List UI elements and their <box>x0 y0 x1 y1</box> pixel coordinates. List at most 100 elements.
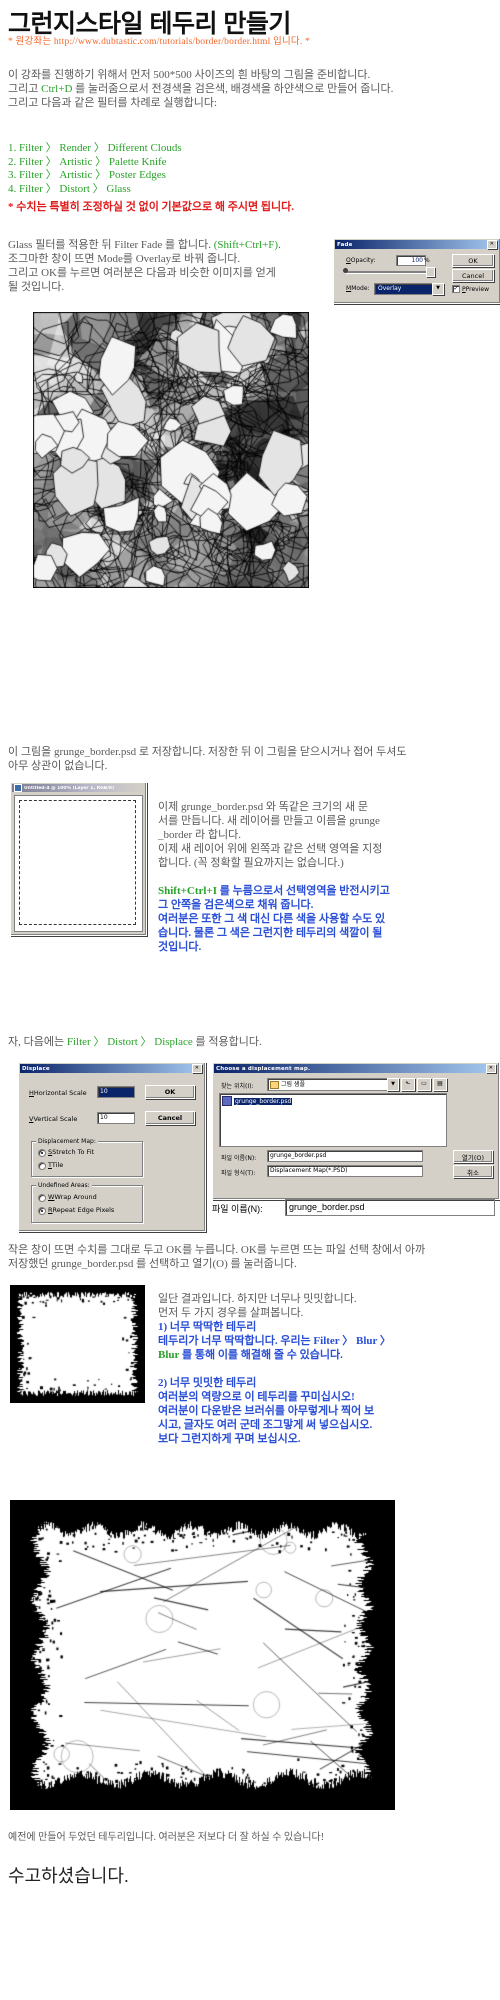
filter-steps-note: * 수치는 특별히 조정하실 것 없이 기본값으로 해 주시면 됩니다. <box>8 201 294 213</box>
fade-line-1-b: . <box>278 239 281 251</box>
issue-2-line-2: 여러분이 다운받은 브러쉬를 아무렇게나 찍어 보 <box>158 1405 375 1417</box>
displace-after-line-1: 작은 창이 뜨면 수치를 그대로 두고 OK를 누릅니다. OK를 누르면 뜨는… <box>8 1244 426 1256</box>
fade-line-3: 그리고 OK를 누르면 여러분은 다음과 비슷한 이미지를 얻게 <box>8 267 276 279</box>
preview-label: PPreview <box>462 286 489 293</box>
filter-step-2: 2. Filter 〉 Artistic 〉 Palette Knife <box>8 155 167 168</box>
mode-label: MMode: <box>346 285 370 292</box>
layer-note-line-4: 이제 새 레이어 위에 왼쪽과 같은 선택 영역을 지정 <box>158 843 383 855</box>
tile-label: TTile <box>48 1161 64 1169</box>
menu-path-blur: Blur <box>158 1349 180 1361</box>
displace-intro: 자, 다음에는 Filter 〉 Distort 〉 Displace 를 적용… <box>8 1035 262 1049</box>
file-list-item[interactable]: grunge_border.psd <box>222 1096 293 1106</box>
issue-2-line-1: 여러분의 역량으로 이 테두리를 꾸미십시오! <box>158 1391 355 1403</box>
fade-dialog[interactable]: Fade ✕ OOpacity: 100 % MMode: Overlay ▼ … <box>333 238 500 304</box>
look-in-value: 그림 샘플 <box>281 1081 305 1088</box>
displace-dialog-titlebar[interactable]: Displace ✕ <box>20 1064 204 1073</box>
tutorial-page: 그런지스타일 테두리 만들기 * 원강좌는 http://www.dubtast… <box>0 0 500 2000</box>
displacement-map-group-label: Displacement Map: <box>36 1138 98 1145</box>
result-line-2: 먼저 두 가지 경우를 살펴봅니다. <box>158 1307 304 1319</box>
filename-callout-input[interactable]: grunge_border.psd <box>285 1199 495 1216</box>
radio-stretch-to-fit[interactable] <box>38 1149 46 1157</box>
issue-1-line-2: Blur 를 통해 이를 해결해 줄 수 있습니다. <box>158 1348 343 1362</box>
wrap-around-label: WWrap Around <box>48 1193 97 1201</box>
intro-line-2-a: 그리고 <box>8 83 42 95</box>
displace-dialog[interactable]: Displace ✕ HHorizontal Scale 10 VVertica… <box>18 1062 206 1232</box>
ok-button[interactable]: OK <box>145 1085 195 1099</box>
radio-wrap-around[interactable] <box>38 1194 46 1202</box>
mode-select[interactable]: Overlay <box>374 283 437 295</box>
opacity-slider-track[interactable] <box>346 271 432 273</box>
open-button[interactable]: 열기(O) <box>453 1150 493 1163</box>
photoshop-canvas[interactable] <box>14 795 143 932</box>
opacity-label-text: Opacity: <box>350 257 376 264</box>
percent-label: % <box>424 257 430 264</box>
displacement-map-group: Displacement Map: <box>31 1138 143 1177</box>
fade-dialog-titlebar[interactable]: Fade ✕ <box>335 240 499 249</box>
file-chooser-titlebar[interactable]: Choose a displacement map. ✕ <box>214 1064 498 1073</box>
chevron-down-icon[interactable]: ▼ <box>432 283 444 295</box>
photoshop-document-window[interactable]: Untitled-4 @ 100% (Layer 1, RGB/8) <box>10 782 147 936</box>
vertical-scale-label-text: Vertical Scale <box>33 1115 78 1123</box>
close-icon[interactable]: ✕ <box>486 1064 496 1073</box>
filter-step-4: 4. Filter 〉 Distort 〉 Glass <box>8 182 131 195</box>
layer-note-line-2: 서를 만듭니다. 새 레이어를 만들고 이름을 grunge <box>158 815 380 827</box>
file-list[interactable]: grunge_border.psd <box>219 1093 447 1147</box>
invert-note-line-5: 것입니다. <box>158 941 202 953</box>
vertical-scale-input[interactable]: 10 <box>97 1112 135 1124</box>
footer-signoff: 수고하셨습니다. <box>8 1866 129 1886</box>
chevron-down-icon[interactable]: ▼ <box>387 1078 399 1091</box>
shortcut-shift-ctrl-i: Shift+Ctrl+I <box>158 885 217 897</box>
opacity-input[interactable]: 100 <box>396 255 426 266</box>
file-cancel-button[interactable]: 취소 <box>453 1165 493 1178</box>
horizontal-scale-input[interactable]: 10 <box>97 1086 135 1098</box>
fade-line-1: Glass 필터를 적용한 뒤 Filter Fade 를 합니다. (Shif… <box>8 238 281 252</box>
repeat-edge-pixels-label-text: Repeat Edge Pixels <box>52 1206 115 1214</box>
cancel-button[interactable]: Cancel <box>145 1111 195 1125</box>
final-grunge-border-image <box>10 1500 395 1810</box>
rough-border-preview <box>10 1285 145 1403</box>
invert-note-line-3: 여러분은 또한 그 색 대신 다른 색을 사용할 수도 있 <box>158 913 386 925</box>
radio-tile[interactable] <box>38 1162 46 1170</box>
look-in-combobox[interactable]: 그림 샘플 <box>267 1078 391 1091</box>
stretch-to-fit-label-text: Stretch To Fit <box>52 1148 95 1156</box>
layer-note-line-1: 이제 grunge_border.psd 와 똑같은 크기의 새 문 <box>158 801 368 813</box>
filter-step-3: 3. Filter 〉 Artistic 〉 Poster Edges <box>8 169 166 181</box>
intro-line-2-b: 를 눌러줌으로서 전경색을 검은색, 배경색을 하얀색으로 만들어 줍니다. <box>72 83 394 95</box>
displace-intro-b: 를 적용합니다. <box>192 1036 262 1048</box>
ok-button[interactable]: OK <box>452 254 494 267</box>
issue-2-line-4: 보다 그런지하게 꾸며 보십시오. <box>158 1433 301 1445</box>
file-list-item-label: grunge_border.psd <box>234 1097 293 1105</box>
intro-line-1: 이 강좌를 진행하기 위해서 먼저 500*500 사이즈의 흰 바탕의 그림을… <box>8 69 371 81</box>
cancel-button[interactable]: Cancel <box>452 269 494 282</box>
horizontal-scale-label: HHorizontal Scale <box>29 1089 87 1097</box>
filename-input[interactable]: grunge_border.psd <box>267 1150 423 1162</box>
view-list-icon[interactable]: ▤ <box>433 1078 447 1091</box>
filename-label: 파일 이름(N): <box>221 1155 257 1162</box>
opacity-slider-thumb[interactable] <box>426 267 435 277</box>
close-icon[interactable]: ✕ <box>192 1064 202 1073</box>
new-folder-icon[interactable]: ▭ <box>417 1078 431 1091</box>
fade-line-2: 조그마한 창이 뜨면 Mode를 Overlay로 바꿔 줍니다. <box>8 253 241 265</box>
displace-after-line-2: 저장했던 grunge_border.psd 를 선택하고 열기(O) 를 눌러… <box>8 1258 297 1270</box>
preview-checkbox[interactable]: ✓ <box>452 285 460 293</box>
folder-icon <box>270 1080 279 1089</box>
issue-1-line-2-rest: 를 통해 이를 해결해 줄 수 있습니다. <box>179 1349 343 1361</box>
intro-line-2: 그리고 Ctrl+D 를 눌러줌으로서 전경색을 검은색, 배경색을 하얀색으로… <box>8 82 393 96</box>
photoshop-document-titlebar[interactable]: Untitled-4 @ 100% (Layer 1, RGB/8) <box>12 784 145 792</box>
grunge-clouds-preview <box>33 312 309 588</box>
shortcut-ctrl-d: Ctrl+D <box>41 83 73 95</box>
radio-repeat-edge-pixels[interactable] <box>38 1207 46 1215</box>
filetype-select[interactable]: Displacement Map(*.PSD) <box>267 1165 423 1177</box>
filename-callout-label: 파일 이름(N): <box>212 1204 263 1214</box>
issue-2-line-3: 시고, 글자도 여러 군데 조그맣게 써 넣으십시오. <box>158 1419 373 1431</box>
invert-note-line-1: Shift+Ctrl+I 를 누름으로서 선택영역을 반전시키고 <box>158 884 390 898</box>
fade-line-4: 될 것입니다. <box>8 281 65 293</box>
issue-2-heading: 2) 너무 밋밋한 테두리 <box>158 1377 257 1389</box>
displace-intro-a: 자, 다음에는 <box>8 1036 67 1048</box>
invert-note-line-1-rest: 를 누름으로서 선택영역을 반전시키고 <box>216 885 390 897</box>
invert-note-line-2: 그 안쪽을 검은색으로 채워 줍니다. <box>158 899 314 911</box>
file-chooser-dialog[interactable]: Choose a displacement map. ✕ 찾는 위치(I): 그… <box>212 1062 500 1200</box>
close-icon[interactable]: ✕ <box>487 240 497 249</box>
go-up-folder-icon[interactable]: ⬑ <box>401 1078 415 1091</box>
fade-line-1-a: Glass 필터를 적용한 뒤 Filter Fade 를 합니다. <box>8 239 214 251</box>
